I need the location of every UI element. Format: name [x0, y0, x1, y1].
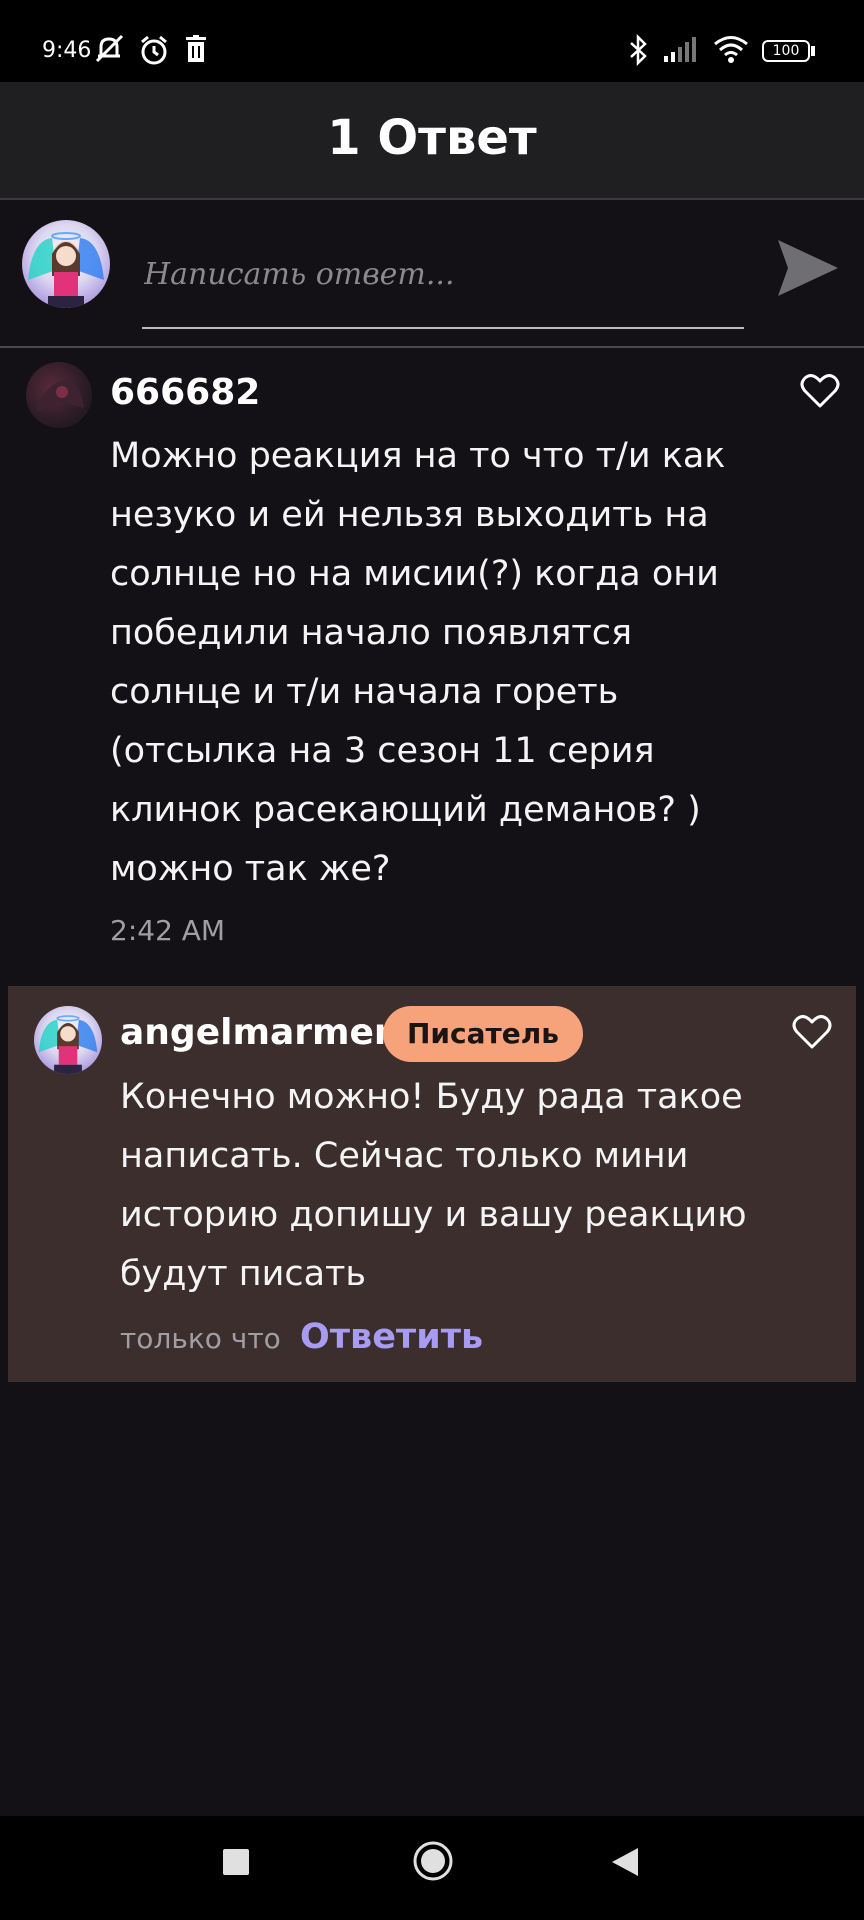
writer-badge: Писатель — [383, 1006, 583, 1062]
reply-input[interactable] — [142, 252, 746, 296]
wifi-icon — [714, 36, 748, 63]
comment-line: солнце но на мисии(?) когда они — [110, 554, 719, 594]
square-recents-icon[interactable] — [222, 1848, 250, 1876]
status-time: 9:46 — [42, 38, 92, 63]
battery-tip — [811, 46, 815, 56]
comment-line: (отсылка на 3 сезон 11 серия — [110, 731, 655, 771]
avatar-character-icon — [38, 1015, 98, 1074]
signal-icon — [664, 37, 696, 62]
send-icon[interactable] — [776, 238, 840, 298]
bluetooth-icon — [630, 34, 647, 66]
comment-line: можно так же? — [110, 849, 391, 889]
reply-line: Конечно можно! Буду рада такое — [120, 1077, 743, 1117]
dark-figure-icon — [36, 380, 84, 412]
system-nav-bar — [0, 1816, 864, 1920]
reply-like-heart-icon[interactable] — [792, 1014, 832, 1050]
input-underline — [142, 327, 744, 329]
battery-level: 100 — [772, 43, 800, 59]
avatar-character-icon — [28, 232, 104, 308]
commenter-avatar[interactable] — [26, 362, 92, 428]
alarm-icon — [141, 35, 167, 65]
reply-line: написать. Сейчас только мини — [120, 1136, 689, 1176]
comment-body: Можно реакция на то что т/и как незуко и… — [110, 427, 830, 899]
reply-line: историю допишу и вашу реакцию — [120, 1195, 747, 1235]
triangle-back-icon[interactable] — [610, 1846, 640, 1878]
circle-home-icon[interactable] — [412, 1840, 454, 1882]
comment-line: победили начало появлятся — [110, 613, 633, 653]
page-title: 1 Ответ — [327, 110, 537, 166]
comment-timestamp: 2:42 AM — [110, 914, 226, 947]
trash-icon — [186, 35, 206, 62]
comment-author[interactable]: 666682 — [110, 372, 260, 413]
battery-icon: 100 — [762, 40, 810, 62]
reply-author[interactable]: angelmarmer — [120, 1012, 392, 1053]
comment-line: солнце и т/и начала гореть — [110, 672, 619, 712]
reply-timestamp: только что — [120, 1322, 281, 1355]
user-avatar[interactable] — [22, 220, 110, 308]
comment-line: клинок расекающий деманов? ) — [110, 790, 701, 830]
status-bar: 9:46 100 — [0, 0, 864, 82]
reply-body: Конечно можно! Буду рада такое написать.… — [120, 1068, 830, 1304]
comment-line: незуко и ей нельзя выходить на — [110, 495, 709, 535]
reply-line: будут писать — [120, 1254, 367, 1294]
comment-line: Можно реакция на то что т/и как — [110, 436, 726, 476]
page-header: 1 Ответ — [0, 82, 864, 200]
muted-bell-icon — [95, 34, 124, 63]
like-heart-icon[interactable] — [800, 373, 840, 409]
reply-author-avatar[interactable] — [34, 1006, 102, 1074]
reply-button[interactable]: Ответить — [300, 1317, 483, 1357]
compose-bar — [0, 200, 864, 348]
